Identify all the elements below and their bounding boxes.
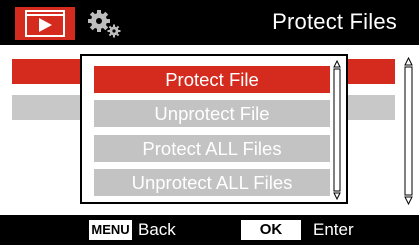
playback-icon xyxy=(25,10,65,37)
menu-item-protect-all-files[interactable]: Protect ALL Files xyxy=(94,135,330,162)
back-label: Back xyxy=(138,220,176,239)
tab-settings[interactable] xyxy=(81,7,133,40)
main-panel: Protect File Unprotect File Protect ALL … xyxy=(0,45,419,215)
enter-label: Enter xyxy=(313,220,354,239)
menu-item-unprotect-all-files[interactable]: Unprotect ALL Files xyxy=(94,169,330,196)
ok-key-badge[interactable]: OK xyxy=(241,220,301,240)
main-scrollbar[interactable] xyxy=(404,57,413,205)
screen-title: Protect Files xyxy=(272,9,397,34)
tab-playback[interactable] xyxy=(15,7,75,40)
menu-item-unprotect-file[interactable]: Unprotect File xyxy=(94,100,330,127)
protect-popup: Protect File Unprotect File Protect ALL … xyxy=(80,54,348,204)
popup-scrollbar[interactable] xyxy=(333,60,341,200)
menu-item-protect-file[interactable]: Protect File xyxy=(94,66,330,93)
bottom-bar: MENU Back OK Enter xyxy=(0,215,419,245)
menu-key-badge[interactable]: MENU xyxy=(89,220,132,240)
top-bar: Protect Files xyxy=(0,0,419,45)
settings-gears-icon xyxy=(88,10,121,38)
